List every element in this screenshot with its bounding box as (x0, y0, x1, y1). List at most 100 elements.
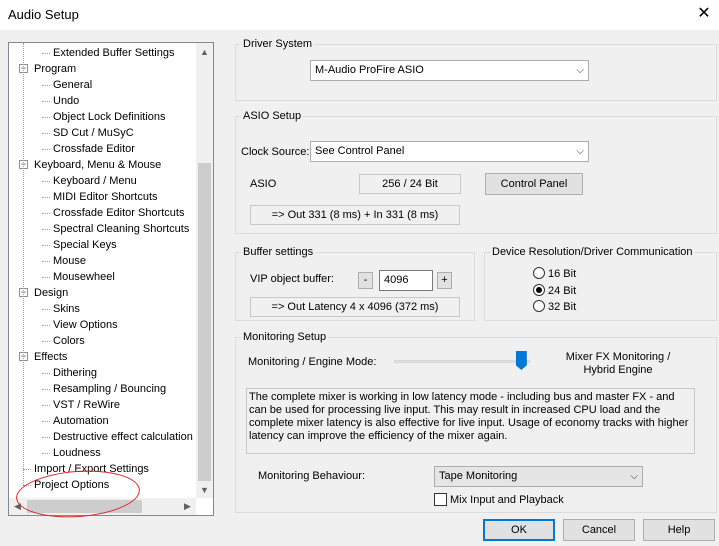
radio-16-bit[interactable]: 16 Bit (533, 267, 576, 281)
tree-page-item[interactable]: General (53, 77, 92, 93)
monitoring-behaviour-select[interactable]: Tape Monitoring ⌵ (434, 466, 643, 487)
close-icon[interactable]: ✕ (694, 4, 714, 24)
asio-label: ASIO (250, 178, 277, 190)
mix-input-checkbox-box[interactable] (434, 493, 447, 506)
tree-page-item[interactable]: Crossfade Editor (53, 141, 135, 157)
tree-page-item[interactable]: Mousewheel (53, 269, 115, 285)
tree-connector (42, 261, 50, 262)
tree-page-item[interactable]: Skins (53, 301, 80, 317)
engine-mode-value-line2: Hybrid Engine (583, 364, 653, 376)
tree-category-item[interactable]: Effects (34, 349, 67, 365)
asio-setup-label: ASIO Setup (241, 110, 304, 122)
tree-category-item[interactable]: Keyboard, Menu & Mouse (34, 157, 161, 173)
tree-page-item[interactable]: Automation (53, 413, 109, 429)
tree-page-item[interactable]: Resampling / Bouncing (53, 381, 166, 397)
engine-mode-slider-track[interactable] (394, 360, 530, 363)
tree-page-item[interactable]: Keyboard / Menu (53, 173, 137, 189)
tree-connector (42, 405, 50, 406)
tree-connector (42, 133, 50, 134)
tree-connector (42, 85, 50, 86)
vip-buffer-input[interactable]: 4096 (379, 270, 433, 291)
tree-connector (42, 389, 50, 390)
help-button[interactable]: Help (643, 519, 715, 541)
tree-connector (42, 277, 50, 278)
radio-24-bit[interactable]: 24 Bit (533, 284, 576, 298)
tree-connector (42, 437, 50, 438)
engine-mode-label: Monitoring / Engine Mode: (248, 356, 377, 368)
tree-page-item[interactable]: Extended Buffer Settings (53, 45, 175, 61)
tree-connector (42, 309, 50, 310)
chevron-down-icon: ⌵ (630, 471, 638, 482)
tree-connector (42, 453, 50, 454)
mix-input-checkbox[interactable]: Mix Input and Playback (434, 493, 564, 507)
settings-tree[interactable]: Extended Buffer Settings − Program General U… (8, 42, 214, 516)
monitoring-setup-label: Monitoring Setup (241, 331, 329, 343)
engine-mode-value: Mixer FX Monitoring / Hybrid Engine (560, 351, 676, 377)
tree-page-item[interactable]: Mouse (53, 253, 86, 269)
increase-buffer-button[interactable]: + (437, 272, 452, 289)
tree-page-item[interactable]: SD Cut / MuSyC (53, 125, 134, 141)
tree-page-item[interactable]: VST / ReWire (53, 397, 120, 413)
vip-buffer-label: VIP object buffer: (250, 273, 334, 285)
tree-page-item[interactable]: Destructive effect calculation (53, 429, 193, 445)
ok-button[interactable]: OK (483, 519, 555, 541)
tree-connector (42, 53, 50, 54)
mix-input-label: Mix Input and Playback (450, 494, 564, 506)
tree-page-item[interactable]: View Options (53, 317, 118, 333)
tree-connector (23, 43, 24, 485)
device-resolution-label: Device Resolution/Driver Communication (490, 246, 695, 258)
tree-page-item[interactable]: Spectral Cleaning Shortcuts (53, 221, 189, 237)
scroll-right-icon[interactable]: ▶ (179, 501, 196, 512)
tree-category-item[interactable]: Program (34, 61, 76, 77)
decrease-buffer-button[interactable]: - (358, 272, 373, 289)
monitoring-behaviour-value: Tape Monitoring (439, 470, 518, 482)
tree-category-item[interactable]: Design (34, 285, 68, 301)
clock-source-select[interactable]: See Control Panel ⌵ (310, 141, 589, 162)
buffer-settings-label: Buffer settings (241, 246, 316, 258)
tree-vertical-scroll-thumb[interactable] (198, 163, 211, 481)
window-title: Audio Setup (8, 7, 79, 22)
tree-connector (42, 325, 50, 326)
driver-system-label: Driver System (241, 38, 315, 50)
monitoring-behaviour-label: Monitoring Behaviour: (258, 470, 366, 482)
cancel-button[interactable]: Cancel (563, 519, 635, 541)
asio-latency-readout: => Out 331 (8 ms) + In 331 (8 ms) (250, 205, 460, 225)
tree-connector (42, 421, 50, 422)
asio-buffer-value: 256 / 24 Bit (359, 174, 461, 194)
tree-connector (42, 213, 50, 214)
tree-connector (23, 469, 31, 470)
tree-page-item[interactable]: Undo (53, 93, 79, 109)
tree-page-item[interactable]: MIDI Editor Shortcuts (53, 189, 158, 205)
driver-select[interactable]: M-Audio ProFire ASIO ⌵ (310, 60, 589, 81)
tree-page-item[interactable]: Colors (53, 333, 85, 349)
radio-32-bit[interactable]: 32 Bit (533, 300, 576, 314)
tree-connector (42, 341, 50, 342)
tree-page-item[interactable]: Loudness (53, 445, 101, 461)
tree-connector (42, 373, 50, 374)
radio-32-bit-label: 32 Bit (548, 301, 577, 313)
radio-32-bit-indicator[interactable] (533, 300, 545, 312)
tree-page-item[interactable]: Dithering (53, 365, 97, 381)
tree-page-item[interactable]: Crossfade Editor Shortcuts (53, 205, 184, 221)
control-panel-button[interactable]: Control Panel (485, 173, 583, 195)
title-bar (0, 0, 719, 30)
radio-16-bit-label: 16 Bit (548, 268, 577, 280)
radio-16-bit-indicator[interactable] (533, 267, 545, 279)
tree-connector (42, 149, 50, 150)
scroll-up-icon[interactable]: ▲ (196, 47, 213, 57)
tree-connector (42, 197, 50, 198)
radio-24-bit-label: 24 Bit (548, 285, 577, 297)
tree-connector (42, 181, 50, 182)
engine-mode-description: The complete mixer is working in low lat… (246, 388, 695, 454)
engine-mode-value-line1: Mixer FX Monitoring / (565, 351, 671, 363)
device-resolution-group (484, 252, 717, 321)
tree-page-item[interactable]: Special Keys (53, 237, 117, 253)
tree-connector (42, 245, 50, 246)
chevron-down-icon: ⌵ (576, 146, 584, 157)
radio-24-bit-indicator[interactable] (533, 284, 545, 296)
out-latency-readout: => Out Latency 4 x 4096 (372 ms) (250, 297, 460, 317)
scroll-down-icon[interactable]: ▼ (196, 485, 213, 495)
tree-page-item[interactable]: Object Lock Definitions (53, 109, 166, 125)
tree-connector (42, 229, 50, 230)
tree-connector (42, 101, 50, 102)
